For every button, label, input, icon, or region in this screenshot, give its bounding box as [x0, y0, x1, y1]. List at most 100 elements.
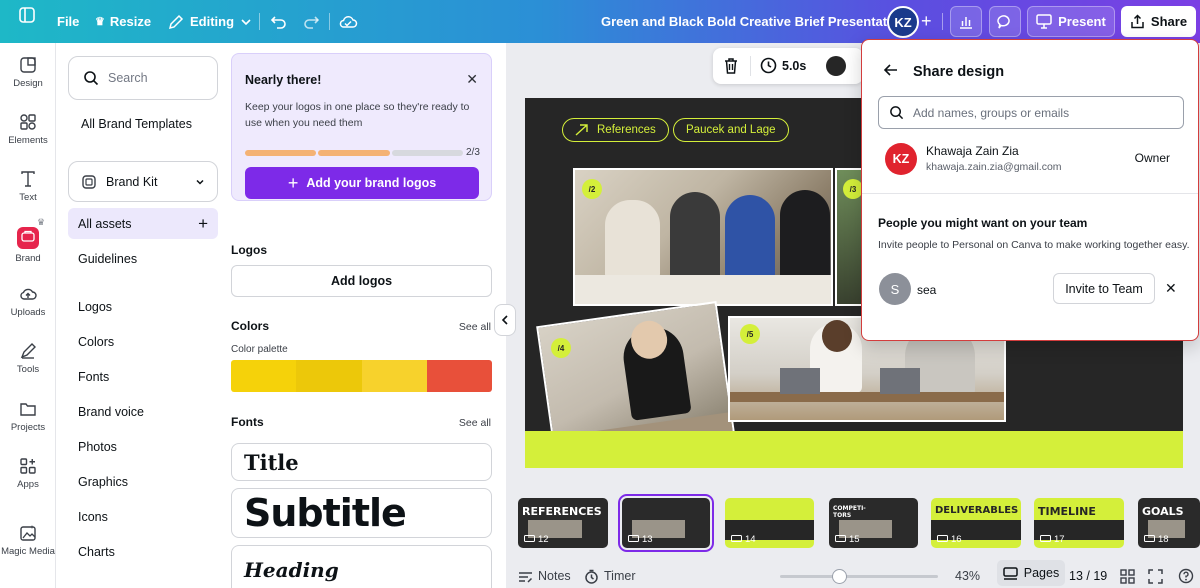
close-icon[interactable]: ✕: [466, 71, 478, 88]
share-label: Share: [1150, 14, 1188, 29]
owner-role: Owner: [1134, 151, 1170, 165]
zoom-slider-track[interactable]: [780, 575, 938, 578]
resize-button[interactable]: ♛ Resize: [95, 0, 151, 43]
trash-icon[interactable]: [723, 57, 739, 78]
collapse-panel-button[interactable]: [494, 304, 516, 336]
sidebar-item-brand-voice[interactable]: Brand voice: [78, 405, 144, 419]
sidebar-item-icons[interactable]: Icons: [78, 510, 108, 524]
document-title[interactable]: Green and Black Bold Creative Brief Pres…: [601, 0, 907, 43]
rail-item-uploads[interactable]: Uploads: [0, 285, 56, 318]
rail-item-design[interactable]: Design: [0, 56, 56, 89]
color-swatch[interactable]: [826, 56, 846, 76]
rail-item-magic-media[interactable]: Magic Media: [0, 524, 56, 557]
plus-icon: +: [287, 172, 299, 193]
add-logos-button[interactable]: Add logos: [231, 265, 492, 297]
rail-item-text[interactable]: Text: [0, 170, 56, 203]
pages-button[interactable]: Pages: [997, 560, 1065, 586]
thumb-number: 17: [1054, 534, 1065, 545]
fullscreen-icon[interactable]: [1148, 564, 1163, 588]
comments-button[interactable]: [989, 6, 1021, 37]
rail-label: Brand: [15, 253, 41, 264]
notes-button[interactable]: Notes: [518, 564, 571, 588]
page-thumbnail[interactable]: 14: [725, 498, 814, 548]
colors-see-all-link[interactable]: See all: [459, 321, 491, 333]
redo-icon[interactable]: [302, 0, 320, 43]
fonts-see-all-link[interactable]: See all: [459, 417, 491, 429]
search-input[interactable]: Search: [68, 56, 218, 100]
page-thumbnail[interactable]: DELIVERABLES 16: [931, 498, 1021, 548]
page-thumbnail[interactable]: TIMELINE 17: [1034, 498, 1124, 548]
palette-swatch[interactable]: [296, 360, 362, 392]
thumb-title: GOALS: [1142, 505, 1184, 518]
sidebar-item-charts[interactable]: Charts: [78, 545, 115, 559]
sidebar-item-fonts[interactable]: Fonts: [78, 370, 109, 384]
palette-swatch[interactable]: [426, 360, 492, 392]
rail-item-brand[interactable]: ♛ Brand: [0, 217, 56, 264]
share-button[interactable]: Share: [1121, 6, 1196, 37]
thumb-title: TIMELINE: [1038, 505, 1096, 518]
insights-button[interactable]: [950, 6, 982, 37]
tools-icon: [20, 343, 36, 359]
brand-kit-icon: [82, 174, 96, 189]
magic-media-icon: [20, 525, 36, 541]
bar-chart-icon: [960, 16, 972, 29]
team-photo[interactable]: [573, 168, 833, 306]
brand-kit-dropdown[interactable]: Brand Kit: [68, 161, 218, 202]
guidelines-label: Guidelines: [78, 252, 138, 266]
design-icon: [20, 57, 36, 73]
sidebar-item-photos[interactable]: Photos: [78, 440, 117, 454]
font-heading-sample[interactable]: Heading: [231, 545, 492, 588]
undo-icon[interactable]: [270, 0, 288, 43]
editing-dropdown[interactable]: Editing: [168, 0, 252, 43]
logos-heading: Logos: [231, 243, 267, 257]
help-icon[interactable]: [1178, 564, 1194, 588]
duration-label: 5.0s: [782, 58, 807, 73]
timing-button[interactable]: 5.0s: [760, 57, 806, 74]
palette-swatch[interactable]: [361, 360, 427, 392]
references-label: References: [597, 124, 656, 136]
page-thumbnail[interactable]: COMPETI-TORS 15: [829, 498, 918, 548]
back-arrow-icon[interactable]: [883, 62, 899, 81]
nav-label: Icons: [78, 510, 108, 524]
sidebar-item-guidelines[interactable]: Guidelines: [78, 252, 137, 266]
text-icon: [21, 171, 35, 187]
arrow-up-right-icon: [575, 124, 588, 136]
rail-item-tools[interactable]: Tools: [0, 342, 56, 375]
grid-view-icon[interactable]: [1120, 564, 1135, 588]
page-thumbnail[interactable]: GOALS 18: [1138, 498, 1200, 548]
zoom-slider-handle[interactable]: [832, 569, 847, 584]
sidebar-item-all-assets[interactable]: All assets +: [68, 208, 218, 239]
menu-toggle-icon[interactable]: [12, 0, 42, 30]
owner-initials: KZ: [892, 152, 910, 166]
rail-label: Elements: [8, 135, 48, 146]
left-rail: Design Elements Text ♛ Brand Uploads Too…: [0, 43, 56, 588]
present-button[interactable]: Present: [1027, 6, 1115, 37]
dismiss-suggestion-icon[interactable]: ✕: [1165, 280, 1177, 297]
sidebar-item-logos[interactable]: Logos: [78, 300, 112, 314]
rail-item-elements[interactable]: Elements: [0, 113, 56, 146]
cloud-saved-icon[interactable]: [338, 0, 358, 43]
invite-people-input[interactable]: Add names, groups or emails: [878, 96, 1184, 129]
nav-label: Logos: [78, 300, 113, 314]
slide-tag: /3: [843, 179, 863, 199]
add-collaborator-icon[interactable]: +: [921, 0, 932, 43]
timer-button[interactable]: Timer: [584, 564, 635, 588]
user-avatar[interactable]: KZ: [887, 6, 919, 38]
sidebar-item-colors[interactable]: Colors: [78, 335, 114, 349]
color-palette[interactable]: [231, 360, 492, 392]
page-thumbnail[interactable]: 13: [618, 494, 714, 552]
zoom-level[interactable]: 43%: [955, 564, 980, 588]
rail-item-projects[interactable]: Projects: [0, 400, 56, 433]
add-brand-logos-button[interactable]: + Add your brand logos: [245, 167, 479, 199]
file-menu[interactable]: File: [57, 0, 79, 43]
font-subtitle-sample[interactable]: Subtitle: [231, 488, 492, 538]
all-brand-templates-link[interactable]: All Brand Templates: [81, 117, 192, 131]
invite-to-team-button[interactable]: Invite to Team: [1053, 273, 1155, 304]
page-counter[interactable]: 13 / 19: [1069, 564, 1107, 588]
add-icon[interactable]: +: [198, 214, 208, 234]
page-thumbnail[interactable]: REFERENCES 12: [518, 498, 608, 548]
rail-item-apps[interactable]: Apps: [0, 457, 56, 490]
palette-swatch[interactable]: [231, 360, 297, 392]
sidebar-item-graphics[interactable]: Graphics: [78, 475, 128, 489]
font-title-sample[interactable]: Title: [231, 443, 492, 481]
